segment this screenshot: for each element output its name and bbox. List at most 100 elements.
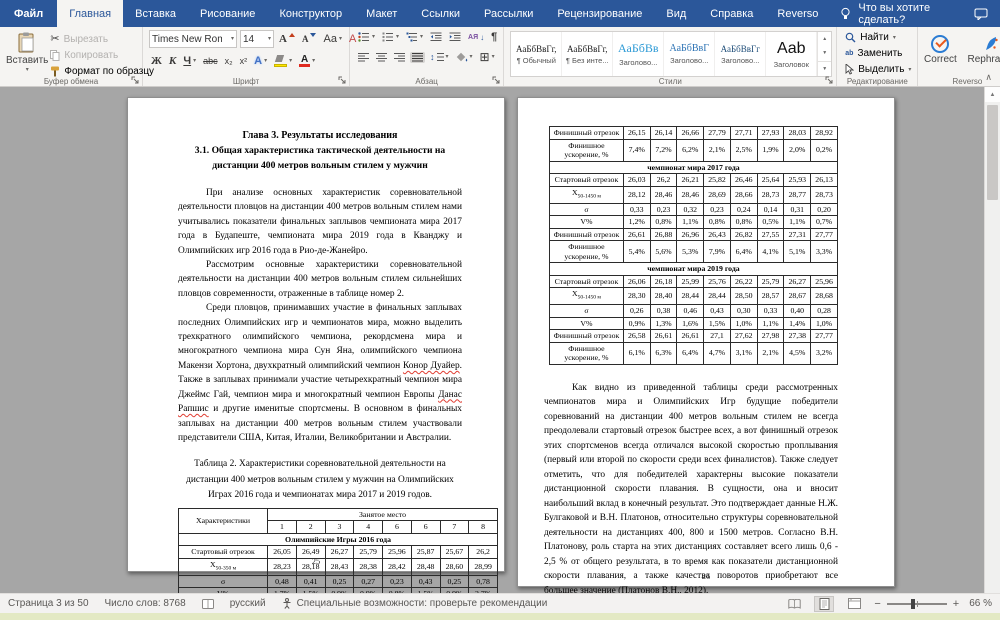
word-window: Файл Главная Вставка Рисование Конструкт… [0,0,1000,620]
comments-icon[interactable] [974,8,988,20]
show-marks-button[interactable]: ¶ [489,30,499,44]
replace-button[interactable]: ab Заменить [843,47,913,60]
reverso-correct-button[interactable]: Correct [924,33,957,65]
proofing-status[interactable] [202,599,214,609]
line-spacing-button[interactable]: ↕▾ [428,51,451,63]
shrink-font-button[interactable]: А [300,32,319,46]
subscript-button[interactable]: x₂ [223,54,235,68]
zoom-slider[interactable] [887,603,947,605]
table-cell: 1,1% [784,216,811,229]
font-name-select[interactable]: Times New Roman ▾ [149,30,237,48]
scrollbar-thumb[interactable] [987,105,998,200]
style-normal[interactable]: АаБбВвГг, ¶ Обычный [511,32,562,76]
document-canvas[interactable]: Глава 3. Результаты исследования 3.1. Об… [0,87,1000,593]
chevron-down-icon: ▾ [193,58,196,64]
sort-button[interactable]: АЯ↓ [466,32,486,43]
justify-button[interactable] [410,52,425,63]
zoom-level[interactable]: 66 % [969,598,992,609]
cut-button[interactable]: ✂ Вырезать [48,32,156,46]
tab-file[interactable]: Файл [0,0,57,27]
select-button[interactable]: Выделить ▾ [843,63,913,76]
table-cell: 26,03 [623,174,650,187]
table-cell: 1,4% [784,317,811,330]
zoom-slider-thumb[interactable] [911,599,915,609]
bullets-button[interactable]: ▾ [356,31,377,43]
paste-button[interactable]: Вставить ▾ [6,30,48,73]
tab-references[interactable]: Ссылки [409,0,472,27]
language-indicator[interactable]: русский [230,598,266,609]
font-size-select[interactable]: 14 ▾ [240,30,274,48]
style-heading3[interactable]: АаБбВвГг Заголово... [715,32,766,76]
numbering-button[interactable]: ▾ [380,31,401,43]
page-25[interactable]: Глава 3. Результаты исследования 3.1. Об… [127,97,505,572]
superscript-button[interactable]: x² [238,54,250,68]
increase-indent-button[interactable] [447,31,463,43]
print-layout-button[interactable] [814,596,834,612]
style-title[interactable]: Aab Заголовок [766,32,817,76]
page-indicator[interactable]: Страница 3 из 50 [8,598,89,609]
table-cell: 26,46 [730,174,757,187]
highlight-button[interactable]: ▾ [272,54,294,68]
multilevel-list-button[interactable]: ▾ [404,31,425,43]
tab-view[interactable]: Вид [654,0,698,27]
zoom-out-button[interactable]: − [874,598,880,610]
font-group-label: Шрифт [143,77,349,86]
styles-scroll-down-icon[interactable]: ▼ [818,46,831,60]
tab-insert[interactable]: Вставка [123,0,188,27]
grow-font-button[interactable]: А [277,32,297,46]
bold-button[interactable]: Ж [149,54,164,68]
align-right-button[interactable] [392,52,407,63]
page-number: 25 [128,556,504,566]
vertical-scrollbar[interactable]: ▲ [984,87,1000,593]
tab-layout[interactable]: Макет [354,0,409,27]
decrease-indent-button[interactable] [428,31,444,43]
italic-button[interactable]: К [167,54,178,68]
style-heading1[interactable]: АаБбВв Заголово... [613,32,664,76]
accessibility-checker[interactable]: Специальные возможности: проверьте реком… [282,598,548,609]
styles-gallery-more-icon[interactable]: ▼ [818,61,831,76]
table-cell: Стартовый отрезок [550,174,624,187]
table-cell: 26,58 [623,330,650,343]
style-heading2[interactable]: АаБбВвГ Заголово... [664,32,715,76]
read-mode-button[interactable] [784,596,804,612]
chevron-down-icon: ▾ [893,35,896,41]
reverso-rephraser-button[interactable]: Rephraser [969,33,1000,65]
strikethrough-button[interactable]: abc [201,54,220,68]
align-left-button[interactable] [356,52,371,63]
word-count[interactable]: Число слов: 8768 [105,598,186,609]
change-case-button[interactable]: Аа▾ [321,32,344,46]
tab-draw[interactable]: Рисование [188,0,267,27]
align-center-button[interactable] [374,52,389,63]
copy-button[interactable]: Копировать [48,49,156,62]
results-table: Финишный отрезок26,1526,1426,6627,7927,7… [549,126,838,365]
table-row: σ0,260,380,460,430,300,330,400,28 [550,305,838,318]
web-layout-button[interactable] [844,596,864,612]
tab-mailings[interactable]: Рассылки [472,0,545,27]
tab-home[interactable]: Главная [57,0,123,27]
table-cell: 0,5% [757,216,784,229]
underline-button[interactable]: Ч▾ [181,54,198,68]
tab-help[interactable]: Справка [698,0,765,27]
zoom-in-button[interactable]: + [953,598,959,610]
collapse-ribbon-icon[interactable]: ∧ [985,72,992,83]
tab-design[interactable]: Конструктор [267,0,354,27]
chevron-down-icon: ▾ [264,58,267,64]
borders-button[interactable]: ⊞▾ [478,50,497,64]
table-cell: 5,1% [784,241,811,263]
chevron-down-icon: ▾ [420,34,423,40]
page-26[interactable]: Финишный отрезок26,1526,1426,6627,7927,7… [517,97,895,587]
text-effects-button[interactable]: А▾ [252,54,269,68]
scroll-up-icon[interactable]: ▲ [985,87,1000,102]
table-cell: 0,48 [268,575,297,588]
font-color-button[interactable]: А▾ [297,53,317,68]
tab-reverso[interactable]: Reverso [765,0,830,27]
line-spacing-lines-icon [437,53,444,62]
tab-review[interactable]: Рецензирование [545,0,654,27]
table-cell: 28,67 [784,288,811,305]
tell-me-box[interactable]: Что вы хотите сделать? [830,0,974,27]
table-cell: 6 [411,521,440,534]
find-button[interactable]: Найти ▾ [843,31,913,44]
styles-scroll-up-icon[interactable]: ▲ [818,32,831,46]
shading-button[interactable]: ▾ [454,51,475,64]
style-no-spacing[interactable]: АаБбВвГг, ¶ Без инте... [562,32,613,76]
